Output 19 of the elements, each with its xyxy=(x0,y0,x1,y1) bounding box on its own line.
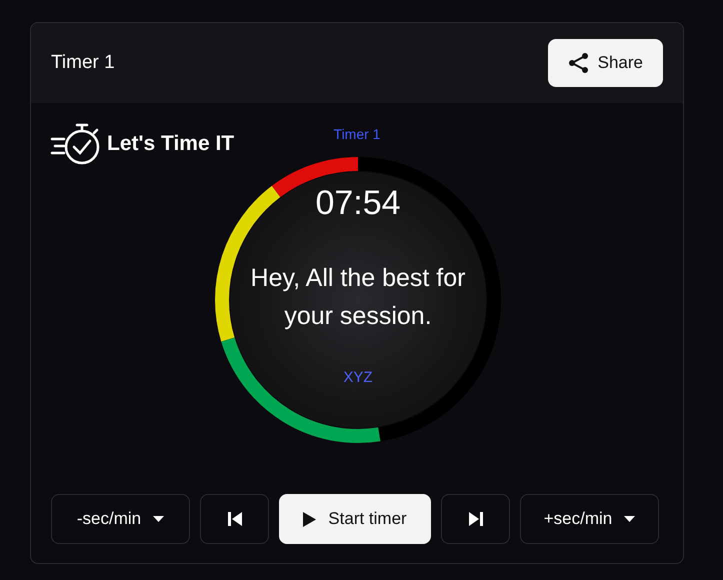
logo-text: Let's Time IT xyxy=(107,132,234,156)
timer-footer-label: XYZ xyxy=(343,369,373,386)
share-icon xyxy=(568,52,590,74)
session-message: Hey, All the best for your session. xyxy=(250,263,466,332)
caret-icon xyxy=(153,516,164,522)
start-timer-button[interactable]: Start timer xyxy=(279,494,431,544)
share-button[interactable]: Share xyxy=(548,39,663,87)
play-icon xyxy=(303,512,316,526)
timer-title: Timer 1 xyxy=(51,52,115,74)
skip-forward-icon xyxy=(468,512,482,526)
adjust-dropdown[interactable]: +sec/min xyxy=(520,494,659,544)
next-button[interactable] xyxy=(441,494,510,544)
adjust-dropdown[interactable]: -sec/min xyxy=(51,494,190,544)
stopwatch-check-icon xyxy=(50,121,102,167)
previous-button[interactable] xyxy=(200,494,269,544)
time-display: 07:54 xyxy=(315,184,401,223)
timer-name: Timer 1 xyxy=(334,126,380,142)
skip-back-icon xyxy=(228,512,242,526)
caret-icon xyxy=(624,516,636,522)
